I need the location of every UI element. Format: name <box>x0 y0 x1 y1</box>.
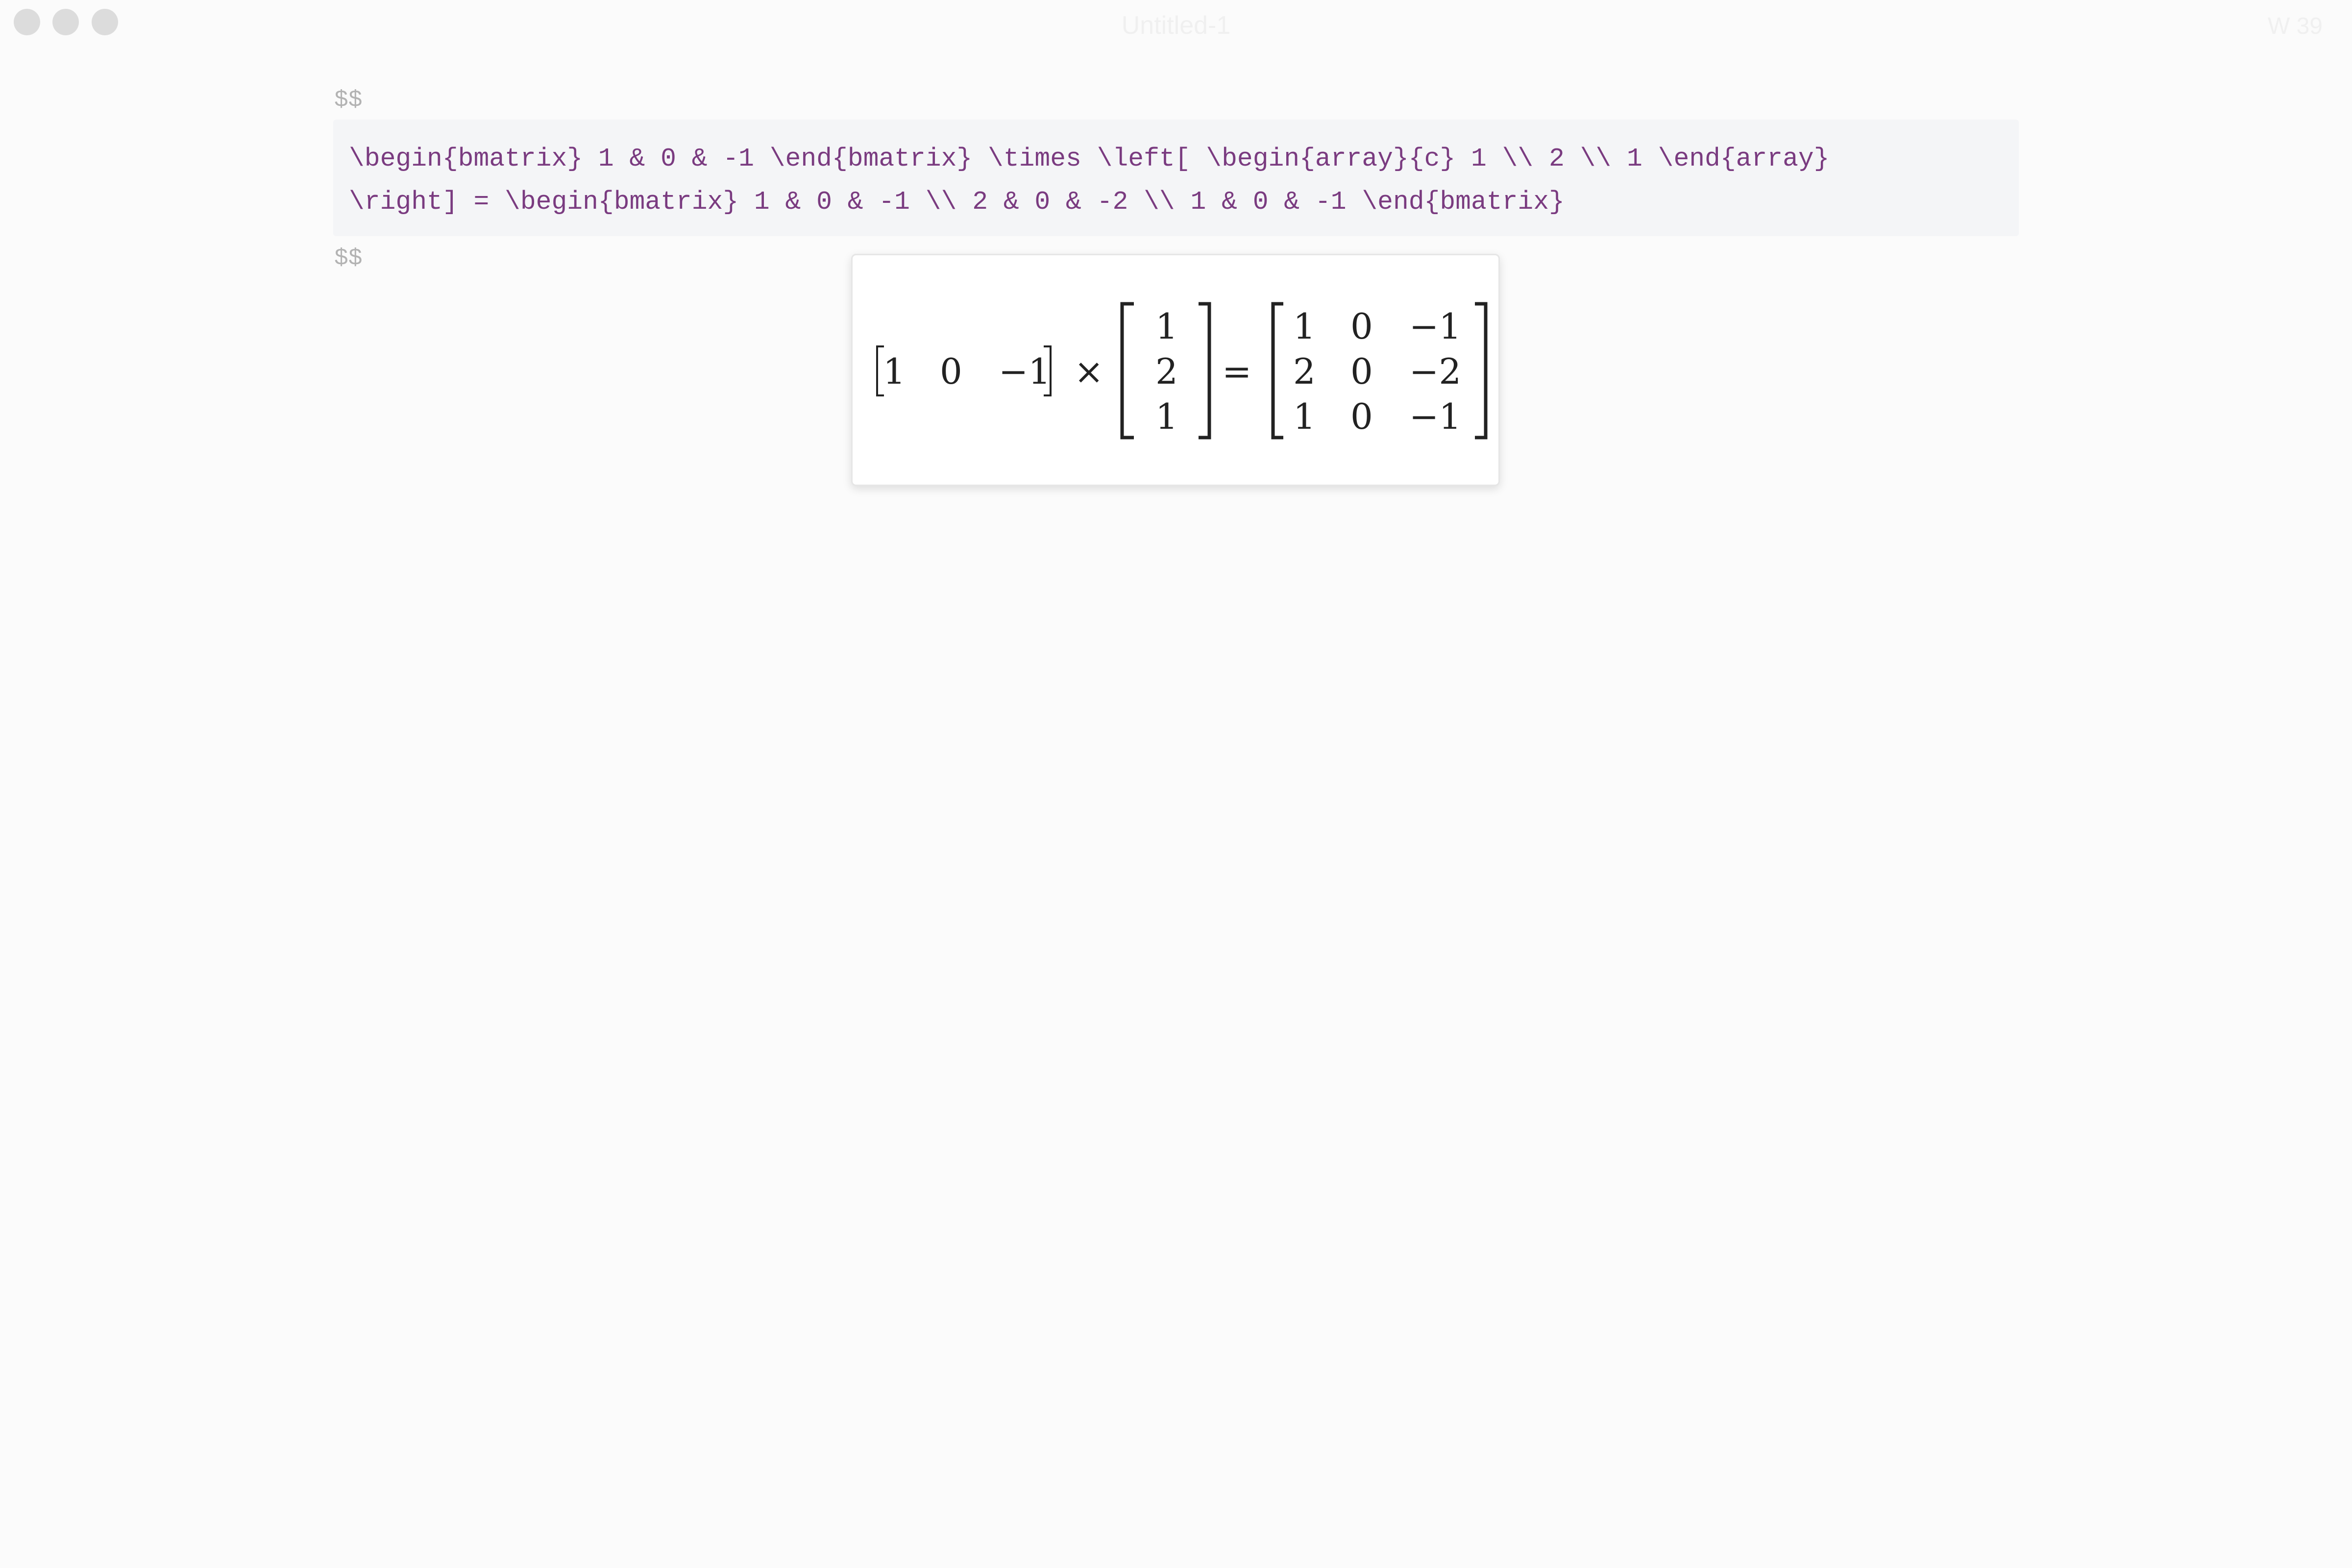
result-matrix-cell: −1 <box>1409 396 1461 437</box>
result-matrix-cell: 0 <box>1350 306 1373 347</box>
rendered-equation: 1 0 −1 × 1 2 1 = 1 0 −1 2 0 −2 1 0 −1 <box>876 302 1488 440</box>
result-matrix-cell: 0 <box>1350 396 1373 437</box>
column-vector-entry: 1 <box>1155 396 1178 437</box>
math-fence-open[interactable]: $$ <box>334 87 363 114</box>
result-matrix-cell: −1 <box>1409 306 1461 347</box>
times-symbol: × <box>1074 351 1103 392</box>
word-count[interactable]: W 39 <box>2268 13 2323 40</box>
row-vector-entry: 1 <box>883 351 906 392</box>
row-vector-entry: −1 <box>999 351 1051 392</box>
column-vector-entry: 1 <box>1155 306 1178 347</box>
result-matrix-left-bracket <box>1271 302 1283 440</box>
result-matrix-cell: 2 <box>1293 351 1316 392</box>
result-matrix-right-bracket <box>1475 302 1488 440</box>
math-fence-close[interactable]: $$ <box>334 245 363 272</box>
result-matrix-cell: −2 <box>1409 351 1461 392</box>
column-vector-entry: 2 <box>1155 351 1178 392</box>
editor-window: Untitled-1 W 39 $$ \begin{bmatrix} 1 & 0… <box>0 0 2352 1568</box>
math-preview-popover: 1 0 −1 × 1 2 1 = 1 0 −1 2 0 −2 1 0 −1 <box>851 254 1500 486</box>
document-title: Untitled-1 <box>1121 11 1231 40</box>
math-source-editor[interactable]: \begin{bmatrix} 1 & 0 & -1 \end{bmatrix}… <box>333 120 2019 236</box>
math-source-line[interactable]: \right] = \begin{bmatrix} 1 & 0 & -1 \\ … <box>349 180 2003 223</box>
column-vector-left-bracket <box>1120 302 1134 440</box>
equals-symbol: = <box>1222 351 1251 392</box>
result-matrix-cell: 0 <box>1350 351 1373 392</box>
column-vector-right-bracket <box>1199 302 1211 440</box>
math-source-line[interactable]: \begin{bmatrix} 1 & 0 & -1 \end{bmatrix}… <box>349 137 2003 180</box>
result-matrix-cell: 1 <box>1293 306 1316 347</box>
title-bar: Untitled-1 W 39 <box>0 0 2352 49</box>
row-vector-entry: 0 <box>940 351 962 392</box>
result-matrix-cell: 1 <box>1293 396 1316 437</box>
